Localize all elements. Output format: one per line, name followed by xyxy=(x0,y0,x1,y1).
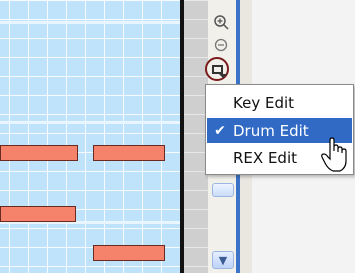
edit-mode-icon xyxy=(211,64,227,78)
scroll-thumb[interactable] xyxy=(212,183,234,197)
zoom-out-icon[interactable] xyxy=(213,37,229,53)
menu-item-key-edit[interactable]: Key Edit xyxy=(207,90,352,115)
note-block[interactable] xyxy=(0,206,76,222)
edit-mode-button[interactable] xyxy=(205,57,229,81)
menu-item-label: Key Edit xyxy=(233,93,295,112)
menu-item-label: REX Edit xyxy=(233,148,297,167)
note-block[interactable] xyxy=(0,145,78,161)
grid-band xyxy=(0,121,182,124)
hand-cursor-icon xyxy=(321,137,347,172)
zoom-in-icon[interactable] xyxy=(213,14,229,30)
note-grid[interactable] xyxy=(0,0,182,273)
grid-band xyxy=(0,21,182,24)
menu-item-label: Drum Edit xyxy=(233,121,309,140)
note-block[interactable] xyxy=(93,145,165,161)
scroll-down-button[interactable]: ▼ xyxy=(212,251,234,269)
note-block[interactable] xyxy=(93,245,165,261)
check-icon: ✔ xyxy=(214,122,226,139)
vertical-scrollbar[interactable]: ▼ xyxy=(212,175,234,273)
chevron-down-icon: ▼ xyxy=(218,253,228,267)
